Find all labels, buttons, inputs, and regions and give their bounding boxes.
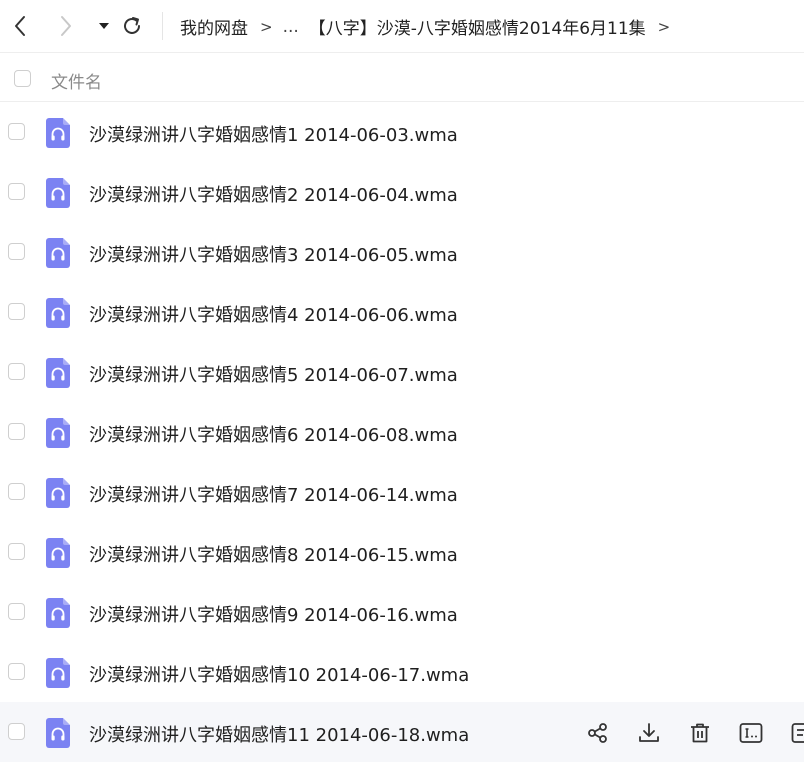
audio-file-icon <box>46 178 70 208</box>
caret-down-icon[interactable] <box>92 14 116 38</box>
file-row[interactable]: 沙漠绿洲讲八字婚姻感情5 2014-06-07.wma <box>0 342 804 402</box>
file-row[interactable]: 沙漠绿洲讲八字婚姻感情7 2014-06-14.wma <box>0 462 804 522</box>
file-checkbox[interactable] <box>8 363 25 380</box>
file-row[interactable]: 沙漠绿洲讲八字婚姻感情4 2014-06-06.wma <box>0 282 804 342</box>
breadcrumb-separator: > <box>657 17 671 36</box>
file-checkbox[interactable] <box>8 123 25 140</box>
breadcrumb-separator: > <box>260 17 273 36</box>
file-name[interactable]: 沙漠绿洲讲八字婚姻感情5 2014-06-07.wma <box>89 361 458 387</box>
list-header: 文件名 <box>0 57 804 102</box>
file-row[interactable]: 沙漠绿洲讲八字婚姻感情10 2014-06-17.wma <box>0 642 804 702</box>
file-name[interactable]: 沙漠绿洲讲八字婚姻感情1 2014-06-03.wma <box>89 121 458 147</box>
file-checkbox[interactable] <box>8 303 25 320</box>
file-name[interactable]: 沙漠绿洲讲八字婚姻感情6 2014-06-08.wma <box>89 421 458 447</box>
file-row[interactable]: 沙漠绿洲讲八字婚姻感情2 2014-06-04.wma <box>0 162 804 222</box>
download-icon[interactable] <box>636 720 662 746</box>
audio-file-icon <box>46 418 70 448</box>
file-list: 沙漠绿洲讲八字婚姻感情1 2014-06-03.wma 沙漠绿洲讲八字婚姻感情2… <box>0 102 804 762</box>
column-header-filename[interactable]: 文件名 <box>51 68 102 93</box>
audio-file-icon <box>46 598 70 628</box>
share-icon[interactable] <box>585 720 611 746</box>
file-checkbox[interactable] <box>8 723 25 740</box>
rename-icon[interactable] <box>738 720 764 746</box>
audio-file-icon <box>46 298 70 328</box>
audio-file-icon <box>46 478 70 508</box>
refresh-icon[interactable] <box>120 14 144 38</box>
file-checkbox[interactable] <box>8 543 25 560</box>
forward-icon[interactable] <box>54 14 78 38</box>
file-name[interactable]: 沙漠绿洲讲八字婚姻感情3 2014-06-05.wma <box>89 241 458 267</box>
delete-icon[interactable] <box>687 720 713 746</box>
file-row[interactable]: 沙漠绿洲讲八字婚姻感情3 2014-06-05.wma <box>0 222 804 282</box>
file-row[interactable]: 沙漠绿洲讲八字婚姻感情8 2014-06-15.wma <box>0 522 804 582</box>
back-icon[interactable] <box>8 14 32 38</box>
row-actions <box>585 720 804 746</box>
breadcrumb-ellipsis[interactable]: ... <box>283 17 299 37</box>
file-name[interactable]: 沙漠绿洲讲八字婚姻感情9 2014-06-16.wma <box>89 601 458 627</box>
file-checkbox[interactable] <box>8 423 25 440</box>
breadcrumb-current[interactable]: 【八字】沙漠-八字婚姻感情2014年6月11集 <box>309 14 646 39</box>
file-name[interactable]: 沙漠绿洲讲八字婚姻感情11 2014-06-18.wma <box>89 721 469 747</box>
file-row[interactable]: 沙漠绿洲讲八字婚姻感情1 2014-06-03.wma <box>0 102 804 162</box>
file-checkbox[interactable] <box>8 663 25 680</box>
more-icon[interactable] <box>789 720 804 746</box>
breadcrumb: 我的网盘 > ... 【八字】沙漠-八字婚姻感情2014年6月11集 > <box>180 14 680 40</box>
toolbar-divider <box>162 12 163 40</box>
audio-file-icon <box>46 538 70 568</box>
file-name[interactable]: 沙漠绿洲讲八字婚姻感情8 2014-06-15.wma <box>89 541 458 567</box>
file-row[interactable]: 沙漠绿洲讲八字婚姻感情11 2014-06-18.wma <box>0 702 804 762</box>
file-checkbox[interactable] <box>8 183 25 200</box>
file-name[interactable]: 沙漠绿洲讲八字婚姻感情7 2014-06-14.wma <box>89 481 458 507</box>
file-name[interactable]: 沙漠绿洲讲八字婚姻感情2 2014-06-04.wma <box>89 181 458 207</box>
file-row[interactable]: 沙漠绿洲讲八字婚姻感情9 2014-06-16.wma <box>0 582 804 642</box>
file-checkbox[interactable] <box>8 483 25 500</box>
file-row[interactable]: 沙漠绿洲讲八字婚姻感情6 2014-06-08.wma <box>0 402 804 462</box>
file-name[interactable]: 沙漠绿洲讲八字婚姻感情4 2014-06-06.wma <box>89 301 458 327</box>
audio-file-icon <box>46 358 70 388</box>
audio-file-icon <box>46 658 70 688</box>
select-all-checkbox[interactable] <box>14 70 31 87</box>
file-checkbox[interactable] <box>8 603 25 620</box>
file-name[interactable]: 沙漠绿洲讲八字婚姻感情10 2014-06-17.wma <box>89 661 469 687</box>
audio-file-icon <box>46 718 70 748</box>
file-checkbox[interactable] <box>8 243 25 260</box>
breadcrumb-root[interactable]: 我的网盘 <box>180 14 248 39</box>
toolbar: 我的网盘 > ... 【八字】沙漠-八字婚姻感情2014年6月11集 > <box>0 0 804 53</box>
audio-file-icon <box>46 118 70 148</box>
audio-file-icon <box>46 238 70 268</box>
